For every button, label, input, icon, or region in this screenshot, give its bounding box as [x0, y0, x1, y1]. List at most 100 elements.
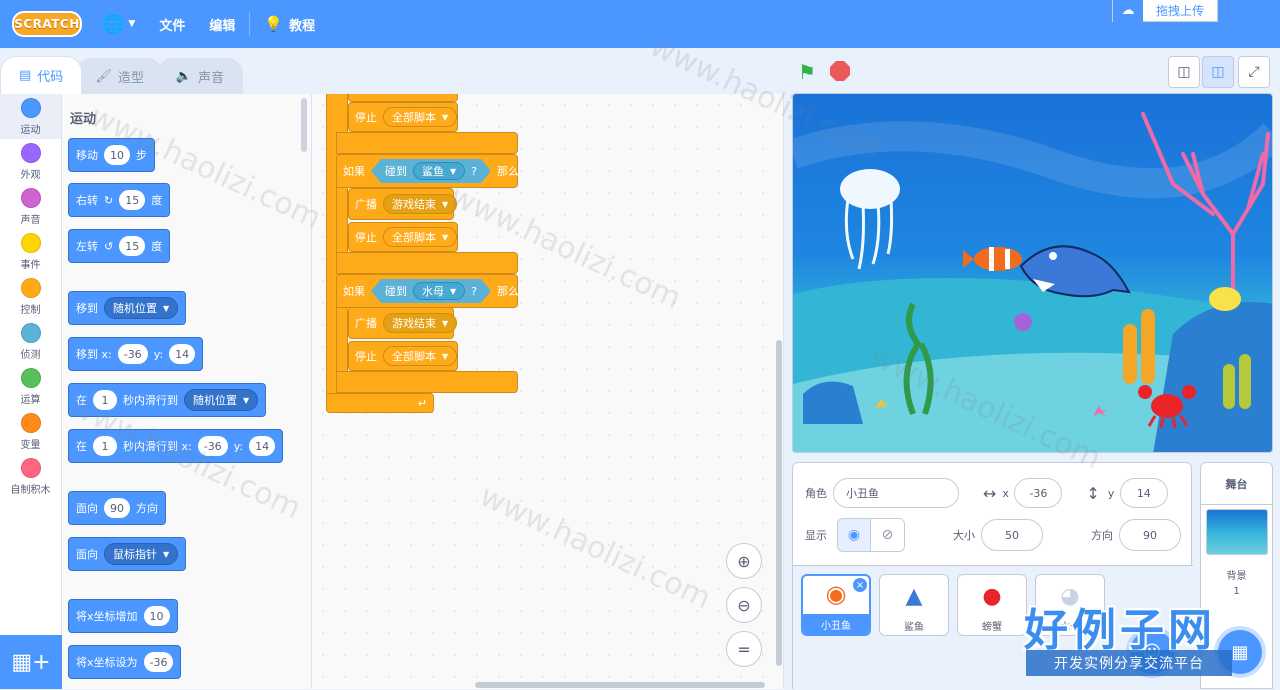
x-input[interactable]: -36 [1014, 478, 1063, 508]
sprite-thumb-clownfish[interactable]: ◉ 小丑鱼 × [801, 574, 871, 636]
script-horizontal-scrollbar[interactable] [475, 682, 765, 688]
block-glide[interactable]: 在 1 秒内滑行到 随机位置 ▼ [68, 383, 267, 417]
chevron-down-icon: ▼ [163, 549, 170, 559]
category-sound[interactable]: 声音 [0, 184, 61, 229]
zoom-reset-button[interactable]: = [726, 631, 762, 667]
category-events[interactable]: 事件 [0, 229, 61, 274]
block-point-direction[interactable]: 面向 90 方向 [68, 491, 166, 525]
touching-jellyfish-condition[interactable]: 碰到 水母 ▼ ? [371, 279, 491, 303]
tab-sounds[interactable]: 🔈 声音 [156, 58, 244, 94]
sprite-name-input[interactable]: 小丑鱼 [833, 478, 959, 508]
if-block-end-1[interactable] [336, 132, 518, 154]
upload-label: 拖拽上传 [1155, 4, 1204, 18]
towards-dropdown[interactable]: 鼠标指针 ▼ [104, 543, 179, 565]
zoom-out-button[interactable]: ⊖ [726, 587, 762, 623]
touching-target-dropdown[interactable]: 鲨鱼 ▼ [413, 162, 465, 180]
category-looks[interactable]: 外观 [0, 139, 61, 184]
category-my-blocks[interactable]: 自制积木 [0, 454, 61, 499]
block-glide-xy[interactable]: 在 1 秒内滑行到 x: -36 y: 14 [68, 429, 284, 463]
seconds-input[interactable]: 1 [93, 390, 117, 410]
extension-icon: ▦+ [11, 649, 51, 675]
block-point-towards[interactable]: 面向 鼠标指针 ▼ [68, 537, 187, 571]
block-set-x[interactable]: 将x坐标设为 -36 [68, 645, 182, 679]
forever-loop-end[interactable]: ↵ [326, 393, 434, 413]
x-input[interactable]: -36 [117, 344, 148, 364]
block-move-steps[interactable]: 移动 10 步 [68, 138, 155, 172]
if-block-shark[interactable]: 如果 碰到 鲨鱼 ▼ ? 那么 [336, 154, 519, 188]
block-stop-1[interactable]: 停止 全部脚本 ▼ [348, 102, 458, 132]
scratch-logo[interactable]: SCRATCH [12, 11, 82, 37]
category-sensing[interactable]: 侦测 [0, 319, 61, 364]
small-stage-button[interactable]: ◫ [1168, 56, 1200, 88]
degrees-input[interactable]: 15 [119, 236, 146, 256]
block-turn-left[interactable]: 左转 ↺ 15 度 [68, 229, 171, 263]
glide-target-dropdown[interactable]: 随机位置 ▼ [184, 389, 259, 411]
direction-input[interactable]: 90 [104, 498, 130, 518]
seconds-input[interactable]: 1 [93, 436, 117, 456]
category-operators[interactable]: 运算 [0, 364, 61, 409]
edit-menu[interactable]: 编辑 [197, 0, 247, 48]
steps-input[interactable]: 10 [104, 145, 130, 165]
tab-costumes[interactable]: 🖌 造型 [76, 58, 163, 94]
broadcast-message-dropdown[interactable]: 游戏结束 ▼ [383, 194, 458, 214]
block-stop-3[interactable]: 停止 全部脚本 ▼ [348, 341, 458, 371]
change-x-input[interactable]: 10 [143, 606, 170, 626]
if-block-end-2[interactable] [336, 252, 518, 274]
script-area[interactable]: 停止 全部脚本 ▼ 如果 碰到 鲨鱼 ▼ ? 那么 广播 游戏结束 ▼ 停止 全部脚本… [312, 94, 784, 689]
block-stop-2[interactable]: 停止 全部脚本 ▼ [348, 222, 458, 252]
y-input[interactable]: 14 [169, 344, 196, 364]
stop-sign-icon[interactable] [830, 61, 850, 81]
upload-box[interactable]: ☁ 拖拽上传 [1112, 0, 1218, 22]
stop-option-dropdown[interactable]: 全部脚本 ▼ [383, 107, 458, 127]
show-sprite-button[interactable]: ◉ [838, 519, 871, 551]
chevron-down-icon: ▼ [450, 286, 457, 296]
zoom-in-button[interactable]: ⊕ [726, 543, 762, 579]
backdrop-thumbnail[interactable] [1205, 509, 1268, 555]
delete-sprite-button[interactable]: × [853, 578, 867, 592]
category-control[interactable]: 控制 [0, 274, 61, 319]
sprite-thumb-crab[interactable]: ● 螃蟹 [957, 574, 1027, 636]
x-input[interactable]: -36 [197, 436, 228, 456]
y-input[interactable]: 14 [1119, 478, 1168, 508]
tutorials-menu[interactable]: 💡 教程 [252, 0, 327, 48]
direction-input[interactable]: 90 [1119, 519, 1181, 551]
fullscreen-button[interactable]: ⤢ [1238, 56, 1270, 88]
large-stage-button[interactable]: ◫ [1202, 56, 1234, 88]
choose-sprite-button[interactable]: ☺ [1130, 630, 1174, 674]
green-flag-icon[interactable]: ⚑ [798, 60, 822, 84]
goto-target-dropdown[interactable]: 随机位置 ▼ [104, 297, 179, 319]
palette-scrollbar[interactable] [301, 98, 307, 152]
hide-sprite-button[interactable]: ⊘ [871, 519, 904, 551]
degrees-input[interactable]: 15 [119, 190, 146, 210]
choose-backdrop-button[interactable]: ▦ [1218, 630, 1262, 674]
if-block-end-3[interactable] [336, 371, 518, 393]
block-broadcast-2[interactable]: 广播 游戏结束 ▼ [348, 307, 458, 339]
block-goto[interactable]: 移到 随机位置 ▼ [68, 291, 187, 325]
if-jellyfish-spine[interactable] [336, 308, 348, 372]
sprite-thumb-shark[interactable]: ▲ 鲨鱼 [879, 574, 949, 636]
language-menu[interactable]: 🌐 ▼ [90, 0, 147, 48]
stop-option-dropdown[interactable]: 全部脚本 ▼ [383, 346, 458, 366]
variables-dot [20, 412, 41, 433]
touching-shark-condition[interactable]: 碰到 鲨鱼 ▼ ? [371, 159, 491, 183]
category-variables[interactable]: 变量 [0, 409, 61, 454]
set-x-input[interactable]: -36 [143, 652, 174, 672]
touching-target-dropdown[interactable]: 水母 ▼ [413, 282, 465, 300]
block-goto-xy[interactable]: 移到 x: -36 y: 14 [68, 337, 204, 371]
stop-option-dropdown[interactable]: 全部脚本 ▼ [383, 227, 458, 247]
block-broadcast-1[interactable]: 广播 游戏结束 ▼ [348, 188, 458, 220]
broadcast-message-dropdown[interactable]: 游戏结束 ▼ [383, 313, 458, 333]
category-motion[interactable]: 运动 [0, 94, 61, 139]
block-top-fragment[interactable] [348, 94, 458, 102]
sprite-thumb-jellyfish[interactable]: ◕ 水母 [1035, 574, 1105, 636]
stage-canvas[interactable] [792, 93, 1273, 453]
if-block-jellyfish[interactable]: 如果 碰到 水母 ▼ ? 那么 [336, 274, 519, 308]
size-input[interactable]: 50 [981, 519, 1043, 551]
tab-code[interactable]: ▤ 代码 [0, 56, 83, 94]
file-menu[interactable]: 文件 [147, 0, 197, 48]
block-turn-right[interactable]: 右转 ↻ 15 度 [68, 183, 171, 217]
block-change-x[interactable]: 将x坐标增加 10 [68, 599, 178, 633]
script-vertical-scrollbar[interactable] [776, 340, 782, 666]
add-extension-button[interactable]: ▦+ [0, 635, 62, 689]
y-input[interactable]: 14 [249, 436, 276, 456]
